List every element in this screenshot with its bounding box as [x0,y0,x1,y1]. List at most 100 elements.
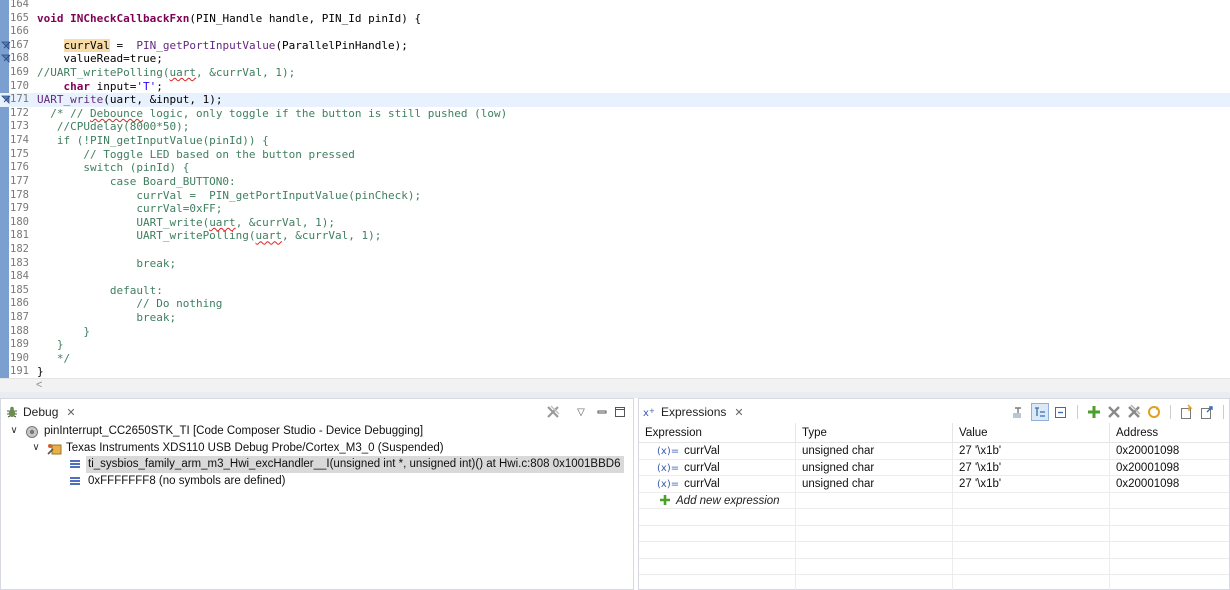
column-header-type[interactable]: Type [796,423,953,443]
code-text: */ [37,352,70,366]
tab-debug[interactable]: Debug ✕ [5,402,76,422]
view-menu-icon[interactable]: ▽ [571,407,591,418]
remove-all-terminated-icon[interactable] [545,404,561,420]
debug-bug-icon [7,406,17,418]
code-token: currVal=0xFF; [37,202,223,216]
code-text: UART_write(uart, &currVal, 1); [37,216,335,230]
expression-cell[interactable]: (x)= currVal [639,476,796,493]
code-line[interactable]: 190 */ [0,352,1230,366]
code-token: } [37,338,64,352]
code-token: = [109,38,137,52]
import-expressions-icon[interactable] [1179,404,1195,420]
line-number: 178 [10,188,29,201]
expression-row[interactable]: (x)= currVal unsigned char 27 '\x1b' 0x20001… [639,476,1229,493]
add-expression-row[interactable]: Add new expression [639,492,1229,509]
expression-name: currVal [684,478,720,490]
code-line[interactable]: 180 UART_write(uart, &currVal, 1); [0,216,1230,230]
tab-expressions[interactable]: x + Expressions ✕ [643,402,744,422]
code-token: (PIN_Handle handle, PIN_Id pinId) { [189,11,422,25]
line-number: 181 [10,229,29,242]
code-line[interactable]: 167 currVal = PIN_getPortInputValue(Para… [0,38,1230,53]
variable-icon: (x)= [657,446,680,457]
close-icon[interactable]: ✕ [734,406,743,419]
debug-tree-item[interactable]: ∨ Texas Instruments XDS110 USB Debug Prob… [1,440,633,457]
code-line[interactable]: 168 valueRead=true; [0,52,1230,66]
code-line[interactable]: 174 if (!PIN_getInputValue(pinId)) { [0,134,1230,148]
expand-chevron-icon[interactable]: ∨ [31,440,41,457]
add-expression-icon[interactable] [1086,404,1102,420]
line-number: 176 [10,161,29,174]
column-header-value[interactable]: Value [953,423,1110,443]
code-line[interactable]: 181 UART_writePolling(uart, &currVal, 1)… [0,229,1230,243]
tab-expressions-label: Expressions [661,405,727,419]
export-expressions-icon[interactable] [1199,404,1215,420]
code-line[interactable]: 186 // Do nothing [0,297,1230,311]
expression-value[interactable]: 27 '\x1b' [953,476,1110,493]
code-text: /* // Debounce logic, only toggle if the… [37,107,507,121]
expression-value[interactable]: 27 '\x1b' [953,459,1110,476]
expression-row[interactable]: (x)= currVal unsigned char 27 '\x1b' 0x20001… [639,459,1229,476]
code-line[interactable]: 164 [0,0,1230,12]
code-line[interactable]: 176 switch (pinId) { [0,161,1230,175]
refresh-icon[interactable] [1146,404,1162,420]
remove-expression-icon[interactable] [1106,404,1122,420]
code-line[interactable]: 182 [0,243,1230,257]
expression-rows: (x)= currVal unsigned char 27 '\x1b' 0x20001… [639,443,1229,493]
code-line[interactable]: 183 break; [0,257,1230,271]
line-number: 169 [10,66,29,79]
code-line[interactable]: 178 currVal = PIN_getPortInputValue(pinC… [0,189,1230,203]
code-line[interactable]: 187 break; [0,311,1230,325]
code-line[interactable]: 189 } [0,338,1230,352]
code-line[interactable]: 169 //UART_writePolling(uart, &currVal, 1… [0,66,1230,80]
code-token: } [37,324,90,338]
expression-value[interactable]: 27 '\x1b' [953,443,1110,460]
code-token: break; [37,311,177,325]
code-line[interactable]: 170 char input='T'; [0,80,1230,94]
expression-cell[interactable]: (x)= currVal [639,443,796,460]
show-logical-structure-icon[interactable] [1031,403,1049,421]
code-editor[interactable]: 164 165 void INCheckCallbackFxn(PIN_Handle… [0,0,1230,392]
debug-tree-item[interactable]: ti_sysbios_family_arm_m3_Hwi_excHandler_… [1,456,633,473]
line-number: 165 [10,11,29,24]
expression-row[interactable]: (x)= currVal unsigned char 27 '\x1b' 0x20001… [639,443,1229,460]
variable-icon: (x)= [657,462,680,474]
code-text: UART_writePolling(uart, &currVal, 1); [37,229,381,243]
column-header-expression[interactable]: Expression [639,423,796,443]
minimize-icon[interactable] [595,405,609,419]
code-text: break; [37,257,176,271]
code-line[interactable]: 172 /* // Debounce logic, only toggle if… [0,107,1230,121]
code-line[interactable]: 188 } [0,325,1230,339]
code-token: currVal [63,38,110,52]
scroll-left-arrow-icon[interactable]: < [36,379,42,392]
expand-chevron-icon[interactable]: ∨ [9,423,19,440]
column-header-address[interactable]: Address [1110,423,1229,443]
code-line[interactable]: 185 default: [0,284,1230,298]
expression-cell[interactable]: (x)= currVal [639,459,796,476]
code-text: switch (pinId) { [37,161,189,175]
remove-all-expressions-icon[interactable] [1126,404,1142,420]
debug-view: Debug ✕ ▽ ∨ pinInterrupt_CC2650STK_TI [Co… [0,398,634,590]
code-line[interactable]: 184 [0,270,1230,284]
line-number: 189 [10,338,29,351]
maximize-icon[interactable] [613,405,627,419]
line-number: 170 [10,79,29,92]
close-icon[interactable]: ✕ [66,406,75,419]
code-text: case Board_BUTTON0: [37,175,236,189]
debug-tree-item[interactable]: 0xFFFFFFF8 (no symbols are defined) [1,473,633,490]
code-line[interactable]: 177 case Board_BUTTON0: [0,175,1230,189]
code-line[interactable]: 165 void INCheckCallbackFxn(PIN_Handle ha… [0,12,1230,26]
code-token: break; [37,256,177,270]
code-text: currVal = PIN_getPortInputValue(pinCheck… [37,189,421,203]
code-line[interactable]: 173 //CPUdelay(8000*50); [0,120,1230,134]
code-token: // Toggle LED based on the button presse… [37,147,355,161]
collapse-all-icon[interactable] [1053,404,1069,420]
code-token: logic, only toggle if the button is stil… [142,106,508,120]
show-type-names-icon[interactable] [1011,404,1027,420]
line-number: 190 [10,351,29,364]
code-line[interactable]: 166 [0,25,1230,39]
code-line[interactable]: 171 UART_write(uart, &input, 1); [0,93,1230,107]
code-line[interactable]: 179 currVal=0xFF; [0,202,1230,216]
editor-horizontal-scrollbar[interactable]: < [0,378,1230,392]
code-line[interactable]: 175 // Toggle LED based on the button pr… [0,148,1230,162]
debug-tree-item[interactable]: ∨ pinInterrupt_CC2650STK_TI [Code Compose… [1,423,633,440]
